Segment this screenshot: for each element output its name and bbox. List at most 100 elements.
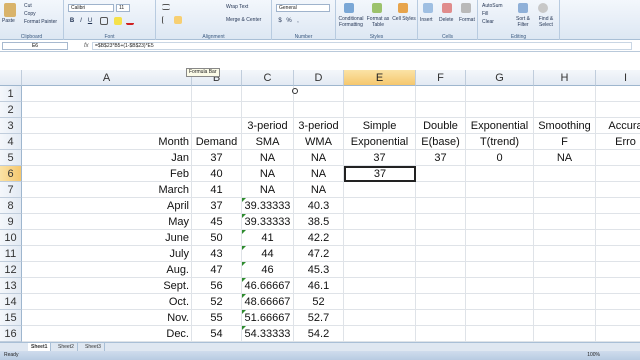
cell-a5[interactable]: Jan xyxy=(22,150,192,166)
row-header-7[interactable]: 7 xyxy=(0,182,22,198)
row-header-16[interactable]: 16 xyxy=(0,326,22,342)
cell-f5[interactable]: 37 xyxy=(416,150,466,166)
format-button[interactable]: Format xyxy=(459,17,475,23)
format-table-button[interactable]: Format as Table xyxy=(365,16,391,28)
zoom-level[interactable]: 100% xyxy=(587,351,600,360)
row-header-12[interactable]: 12 xyxy=(0,262,22,278)
cell-c12[interactable]: 46 xyxy=(242,262,294,278)
cell-c4[interactable]: SMA xyxy=(242,134,294,150)
cell-f2[interactable] xyxy=(416,102,466,118)
cell-g11[interactable] xyxy=(466,246,534,262)
percent-button[interactable]: % xyxy=(285,17,293,25)
cell-c2[interactable] xyxy=(242,102,294,118)
cell-f1[interactable] xyxy=(416,86,466,102)
cell-h11[interactable] xyxy=(534,246,596,262)
cell-e5[interactable]: 37 xyxy=(344,150,416,166)
borders-icon[interactable] xyxy=(100,17,108,25)
delete-icon[interactable] xyxy=(442,3,452,13)
cell-styles-button[interactable]: Cell Styles xyxy=(392,16,416,22)
row-header-10[interactable]: 10 xyxy=(0,230,22,246)
cell-d7[interactable]: NA xyxy=(294,182,344,198)
cell-d13[interactable]: 46.1 xyxy=(294,278,344,294)
cell-i2[interactable] xyxy=(596,102,640,118)
sort-filter-button[interactable]: Sort & Filter xyxy=(512,16,534,28)
cell-f9[interactable] xyxy=(416,214,466,230)
cell-e2[interactable] xyxy=(344,102,416,118)
cell-f4[interactable]: E(base) xyxy=(416,134,466,150)
cell-f16[interactable] xyxy=(416,326,466,342)
cell-b7[interactable]: 41 xyxy=(192,182,242,198)
cell-c6[interactable]: NA xyxy=(242,166,294,182)
row-header-6[interactable]: 6 xyxy=(0,166,22,182)
cell-e8[interactable] xyxy=(344,198,416,214)
fill-button[interactable]: Fill xyxy=(482,11,488,17)
cell-a4[interactable]: Month xyxy=(22,134,192,150)
font-name-box[interactable]: Calibri xyxy=(68,4,114,12)
row-header-15[interactable]: 15 xyxy=(0,310,22,326)
cell-i1[interactable] xyxy=(596,86,640,102)
comma-button[interactable]: , xyxy=(294,17,302,25)
format-table-icon[interactable] xyxy=(372,3,382,13)
cell-c11[interactable]: 44 xyxy=(242,246,294,262)
insert-icon[interactable] xyxy=(423,3,433,13)
format-painter-button[interactable]: Format Painter xyxy=(24,19,57,25)
cell-b14[interactable]: 52 xyxy=(192,294,242,310)
row-header-11[interactable]: 11 xyxy=(0,246,22,262)
bold-button[interactable]: B xyxy=(68,17,76,25)
cell-a6[interactable]: Feb xyxy=(22,166,192,182)
cell-g3[interactable]: Exponential xyxy=(466,118,534,134)
cell-g6[interactable] xyxy=(466,166,534,182)
cell-i7[interactable] xyxy=(596,182,640,198)
cell-h16[interactable] xyxy=(534,326,596,342)
cell-i5[interactable] xyxy=(596,150,640,166)
cell-f10[interactable] xyxy=(416,230,466,246)
cell-h14[interactable] xyxy=(534,294,596,310)
cell-g8[interactable] xyxy=(466,198,534,214)
cell-d10[interactable]: 42.2 xyxy=(294,230,344,246)
cell-h15[interactable] xyxy=(534,310,596,326)
currency-button[interactable]: $ xyxy=(276,17,284,25)
cell-g7[interactable] xyxy=(466,182,534,198)
cell-a12[interactable]: Aug. xyxy=(22,262,192,278)
cell-h6[interactable] xyxy=(534,166,596,182)
cell-g2[interactable] xyxy=(466,102,534,118)
cell-i9[interactable] xyxy=(596,214,640,230)
cell-e6[interactable]: 37 xyxy=(344,166,416,182)
conditional-formatting-button[interactable]: Conditional Formatting xyxy=(338,16,364,28)
cell-c16[interactable]: 54.33333 xyxy=(242,326,294,342)
underline-button[interactable]: U xyxy=(86,17,94,25)
cell-h4[interactable]: F xyxy=(534,134,596,150)
cell-g10[interactable] xyxy=(466,230,534,246)
cell-d15[interactable]: 52.7 xyxy=(294,310,344,326)
cell-a15[interactable]: Nov. xyxy=(22,310,192,326)
cell-g5[interactable]: 0 xyxy=(466,150,534,166)
cell-h2[interactable] xyxy=(534,102,596,118)
cell-b6[interactable]: 40 xyxy=(192,166,242,182)
name-box[interactable]: E6 xyxy=(2,42,68,50)
column-header-f[interactable]: F xyxy=(416,70,466,86)
cell-b11[interactable]: 43 xyxy=(192,246,242,262)
cell-c10[interactable]: 41 xyxy=(242,230,294,246)
cell-i8[interactable] xyxy=(596,198,640,214)
cell-e1[interactable] xyxy=(344,86,416,102)
cell-g16[interactable] xyxy=(466,326,534,342)
cell-h10[interactable] xyxy=(534,230,596,246)
cell-h12[interactable] xyxy=(534,262,596,278)
cell-i14[interactable] xyxy=(596,294,640,310)
cell-d14[interactable]: 52 xyxy=(294,294,344,310)
wrap-text-button[interactable]: Wrap Text xyxy=(226,4,248,10)
cell-h8[interactable] xyxy=(534,198,596,214)
find-select-button[interactable]: Find & Select xyxy=(534,16,558,28)
conditional-formatting-icon[interactable] xyxy=(344,3,354,13)
sheet-tab-sheet3[interactable]: Sheet3 xyxy=(82,343,105,351)
cell-i12[interactable] xyxy=(596,262,640,278)
italic-button[interactable]: I xyxy=(77,17,85,25)
cell-c3[interactable]: 3-period xyxy=(242,118,294,134)
row-header-13[interactable]: 13 xyxy=(0,278,22,294)
cell-c14[interactable]: 48.66667 xyxy=(242,294,294,310)
cell-c7[interactable]: NA xyxy=(242,182,294,198)
cell-h13[interactable] xyxy=(534,278,596,294)
cut-button[interactable]: Cut xyxy=(24,3,32,9)
cell-f13[interactable] xyxy=(416,278,466,294)
cell-e11[interactable] xyxy=(344,246,416,262)
